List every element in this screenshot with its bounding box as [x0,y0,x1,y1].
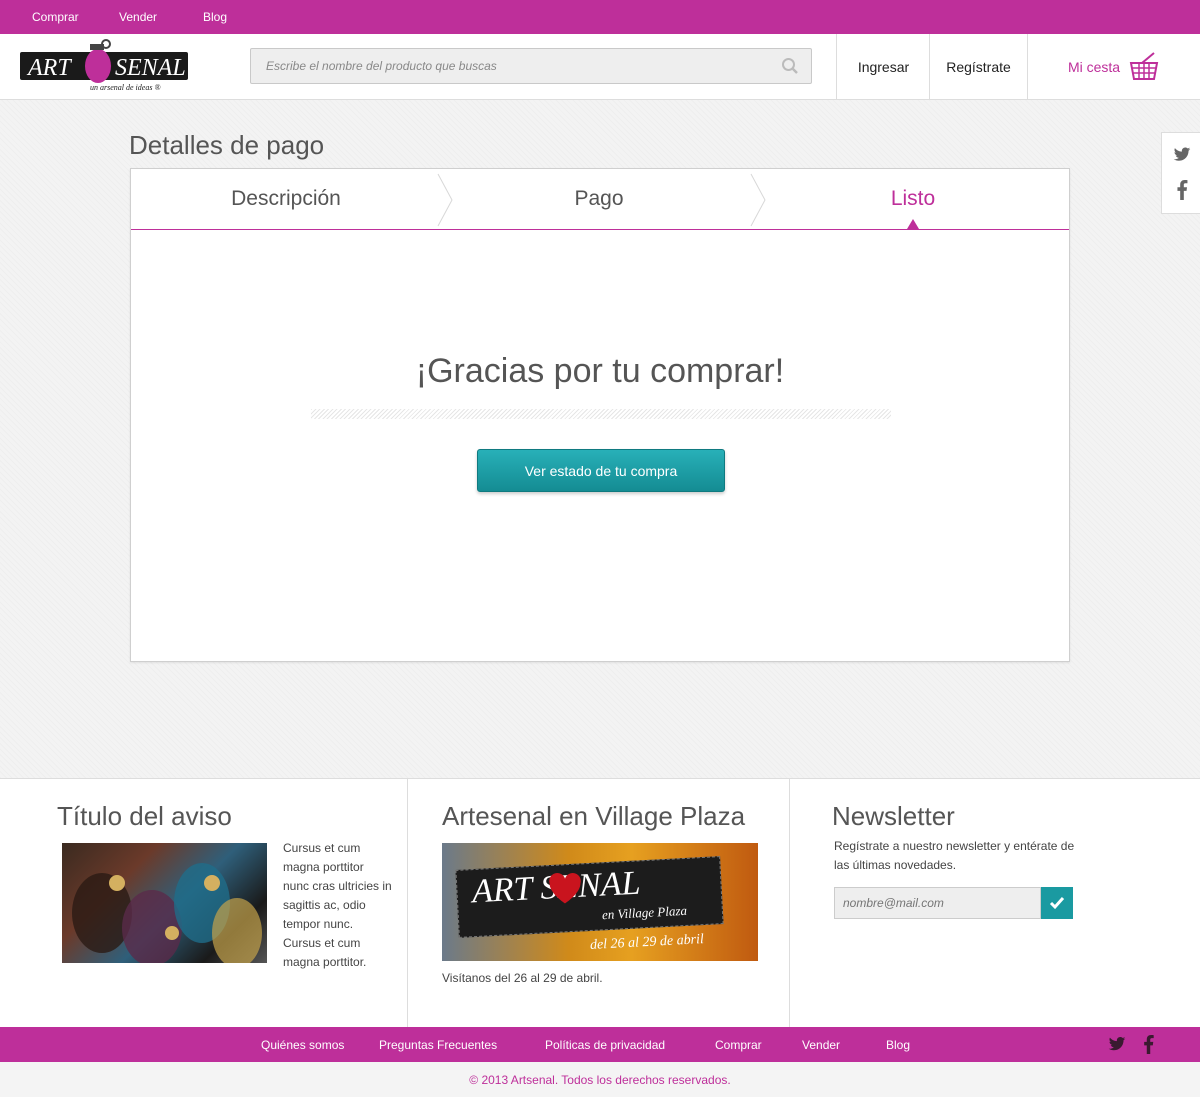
heart-icon [549,872,581,904]
twitter-icon[interactable] [1173,147,1191,163]
footer-notice: Título del aviso Cursus et cum magna por… [0,779,408,1028]
newsletter-submit-button[interactable] [1041,887,1073,919]
topnav-comprar-link[interactable]: Comprar [32,10,79,24]
footer-twitter-icon[interactable] [1108,1037,1126,1052]
register-button[interactable]: Regístrate [929,34,1027,100]
view-order-status-button[interactable]: Ver estado de tu compra [477,449,725,492]
notice-title: Título del aviso [57,801,232,831]
footer: Título del aviso Cursus et cum magna por… [0,778,1200,1028]
bottomnav-blog-link[interactable]: Blog [886,1038,910,1052]
svg-text:ART: ART [26,55,72,81]
newsletter-title: Newsletter [832,801,955,831]
active-step-indicator-icon [907,219,919,229]
bottomnav-faq-link[interactable]: Preguntas Frecuentes [379,1038,497,1052]
topnav-blog-link[interactable]: Blog [203,10,227,24]
copyright-text: © 2013 Artsenal. Todos los derechos rese… [469,1073,731,1087]
cart-button[interactable]: Mi cesta [1027,34,1200,100]
svg-text:un arsenal de ideas ®: un arsenal de ideas ® [90,83,161,92]
step-pago[interactable]: Pago [444,187,754,211]
search-icon[interactable] [781,57,799,80]
event-caption: Visítanos del 26 al 29 de abril. [442,971,603,985]
step-descripcion[interactable]: Descripción [131,187,441,211]
bottomnav-privacy-link[interactable]: Políticas de privacidad [545,1038,665,1052]
footer-facebook-icon[interactable] [1143,1035,1154,1054]
checkmark-icon [1049,897,1065,910]
bracelets-image [62,843,267,963]
cart-label: Mi cesta [1067,59,1121,75]
checkout-steps: Descripción Pago Listo [131,169,1069,230]
event-title: Artesenal en Village Plaza [442,801,746,831]
site-header: ART SENAL un arsenal de ideas ® Ingresar… [0,34,1200,100]
topnav-vender-link[interactable]: Vender [119,10,157,24]
login-button[interactable]: Ingresar [836,34,930,100]
thank-you-message: ¡Gracias por tu comprar! [415,352,785,390]
artsenal-logo[interactable]: ART SENAL un arsenal de ideas ® [20,38,200,96]
bottomnav-comprar-link[interactable]: Comprar [715,1038,762,1052]
footer-event: Artesenal en Village Plaza ART SENAL en … [409,779,790,1028]
bottomnav-quienes-somos-link[interactable]: Quiénes somos [261,1038,344,1052]
bottomnav-vender-link[interactable]: Vender [802,1038,840,1052]
divider [311,409,891,419]
svg-text:SENAL: SENAL [115,55,186,81]
basket-icon [1129,52,1159,80]
banner-dates-text: del 26 al 29 de abril [589,932,705,953]
social-sidebar [1161,132,1200,214]
newsletter-email-input[interactable] [834,887,1041,919]
bottom-nav-bar: Quiénes somos Preguntas Frecuentes Polít… [0,1027,1200,1062]
facebook-icon[interactable] [1176,180,1188,200]
page-title: Detalles de pago [129,130,325,160]
main-content: Detalles de pago Descripción Pago Listo … [0,100,1200,778]
top-nav-bar: Comprar Vender Blog [0,0,1200,34]
search-input[interactable] [251,49,771,83]
village-plaza-banner[interactable]: ART SENAL en Village Plaza del 26 al 29 … [442,843,758,961]
newsletter-text: Regístrate a nuestro newsletter y entéra… [834,839,1075,872]
search-box [250,48,812,84]
step-listo[interactable]: Listo [758,187,1068,211]
notice-text: Cursus et cum magna porttitor nunc cras … [283,841,392,969]
payment-card: Descripción Pago Listo ¡Gracias por tu c… [130,168,1070,662]
